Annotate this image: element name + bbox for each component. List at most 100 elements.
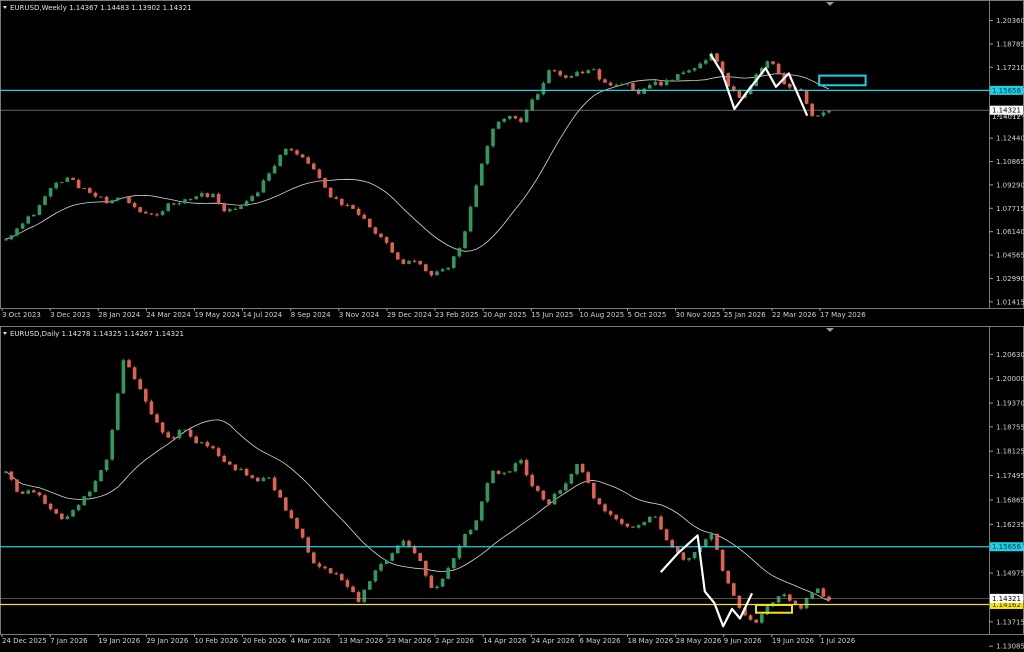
w-candle-body <box>446 267 450 270</box>
weekly-scroll-marker-icon[interactable] <box>826 2 834 6</box>
w-x-tick-label: 3 Dec 2023 <box>50 311 90 319</box>
w-y-tick-label: 1.09290 <box>996 181 1024 189</box>
d-candle-body <box>653 516 658 518</box>
w-candle-body <box>692 68 697 71</box>
d-candle-body <box>379 564 383 571</box>
w-candle-body <box>9 235 14 240</box>
d-candle-body <box>508 471 512 473</box>
w-candle-body <box>15 228 19 236</box>
w-candle-body <box>597 69 602 80</box>
d-candle-body <box>435 586 439 588</box>
w-candle-body <box>228 209 232 212</box>
d-candle-body <box>138 379 142 390</box>
w-y-tick-label: 1.06140 <box>996 228 1024 236</box>
w-candle-body <box>407 260 411 264</box>
w-candle-body <box>620 84 624 86</box>
d-candle-body <box>15 479 19 492</box>
d-candle-body <box>351 586 355 593</box>
d-candle-body <box>194 436 198 444</box>
w-candle-body <box>821 112 826 116</box>
d-candle-body <box>373 570 378 582</box>
w-candle-body <box>648 84 652 89</box>
d-candle-body <box>776 596 781 603</box>
d-candle-body <box>564 483 568 491</box>
d-candle-body <box>340 574 344 581</box>
w-candle-body <box>592 69 596 71</box>
d-candle-body <box>664 529 669 541</box>
w-candle-body <box>737 90 742 98</box>
d-candle-body <box>177 430 182 439</box>
w-x-tick-label: 23 Feb 2025 <box>435 311 479 319</box>
d-y-tick-label: 1.18125 <box>996 448 1024 456</box>
d-candle-body <box>754 619 758 623</box>
w-candle-body <box>435 271 439 276</box>
w-y-tick-label: 1.20360 <box>996 17 1024 25</box>
w-candle-body <box>788 84 792 88</box>
d-candle-body <box>188 429 193 437</box>
w-candle-body <box>188 199 193 201</box>
d-candle-body <box>810 593 814 599</box>
w-candle-body <box>340 198 344 205</box>
w-y-tick-label: 1.07715 <box>996 205 1024 213</box>
d-candle-body <box>468 529 473 535</box>
chart-canvas: EURUSD,Weekly 1.14367 1.14483 1.13902 1.… <box>0 0 1024 651</box>
d-candle-body <box>642 522 646 526</box>
d-candle-body <box>592 482 596 499</box>
w-candle-body <box>552 70 557 72</box>
d-candle-body <box>71 510 75 517</box>
w-candle-body <box>704 60 708 64</box>
w-candle-body <box>569 76 574 78</box>
d-candle-body <box>312 552 316 564</box>
d-candle-body <box>54 509 58 514</box>
d-candle-body <box>541 490 546 500</box>
w-x-tick-label: 20 Apr 2025 <box>483 311 526 319</box>
d-candle-body <box>474 520 478 530</box>
d-candle-body <box>513 463 518 472</box>
d-candle-body <box>536 486 540 491</box>
w-candle-body <box>289 148 294 151</box>
w-candle-body <box>312 163 316 170</box>
w-candle-body <box>379 233 383 238</box>
d-candle-body <box>558 490 562 494</box>
w-candle-body <box>93 192 98 197</box>
d-moving-average-line <box>5 419 830 602</box>
w-x-tick-label: 3 Oct 2023 <box>2 311 41 319</box>
d-candle-body <box>760 614 764 623</box>
w-candle-body <box>771 61 775 64</box>
w-candle-body <box>418 261 422 265</box>
w-candle-body <box>586 70 590 74</box>
w-candle-body <box>491 128 495 147</box>
w-x-tick-label: 3 Nov 2024 <box>339 311 380 319</box>
w-candle-body <box>278 154 282 166</box>
w-candle-body <box>664 80 669 86</box>
d-candle-body <box>88 491 92 497</box>
d-x-tick-label: 9 Jun 2026 <box>724 637 762 645</box>
d-x-tick-label: 4 Mar 2026 <box>291 637 331 645</box>
w-candle-body <box>205 193 210 198</box>
w-candle-body <box>412 260 417 262</box>
w-moving-average-line <box>5 73 830 252</box>
daily-scroll-marker-icon[interactable] <box>826 328 834 332</box>
d-candle-body <box>620 519 624 524</box>
w-candle-body <box>43 196 47 206</box>
weekly-plot-border <box>0 0 990 309</box>
d-candle-body <box>782 594 786 597</box>
d-candle-body <box>524 460 529 476</box>
w-candle-body <box>82 188 86 190</box>
d-x-tick-label: 10 Feb 2026 <box>194 637 238 645</box>
w-candle-body <box>267 173 271 181</box>
d-candle-body <box>82 496 86 506</box>
d-candle-body <box>200 442 204 444</box>
d-candle-body <box>368 581 372 590</box>
d-candle-body <box>317 563 322 567</box>
d-y-tick-label: 1.14975 <box>996 570 1024 578</box>
w-candle-body <box>810 103 814 116</box>
w-candle-body <box>508 116 512 119</box>
w-candle-body <box>698 63 702 69</box>
w-x-tick-label: 22 Mar 2026 <box>772 311 817 319</box>
w-candle-body <box>681 72 686 75</box>
d-candle-body <box>631 526 635 528</box>
d-candle-body <box>65 516 70 520</box>
w-candle-body <box>244 201 249 207</box>
d-x-tick-label: 6 May 2026 <box>579 637 621 645</box>
